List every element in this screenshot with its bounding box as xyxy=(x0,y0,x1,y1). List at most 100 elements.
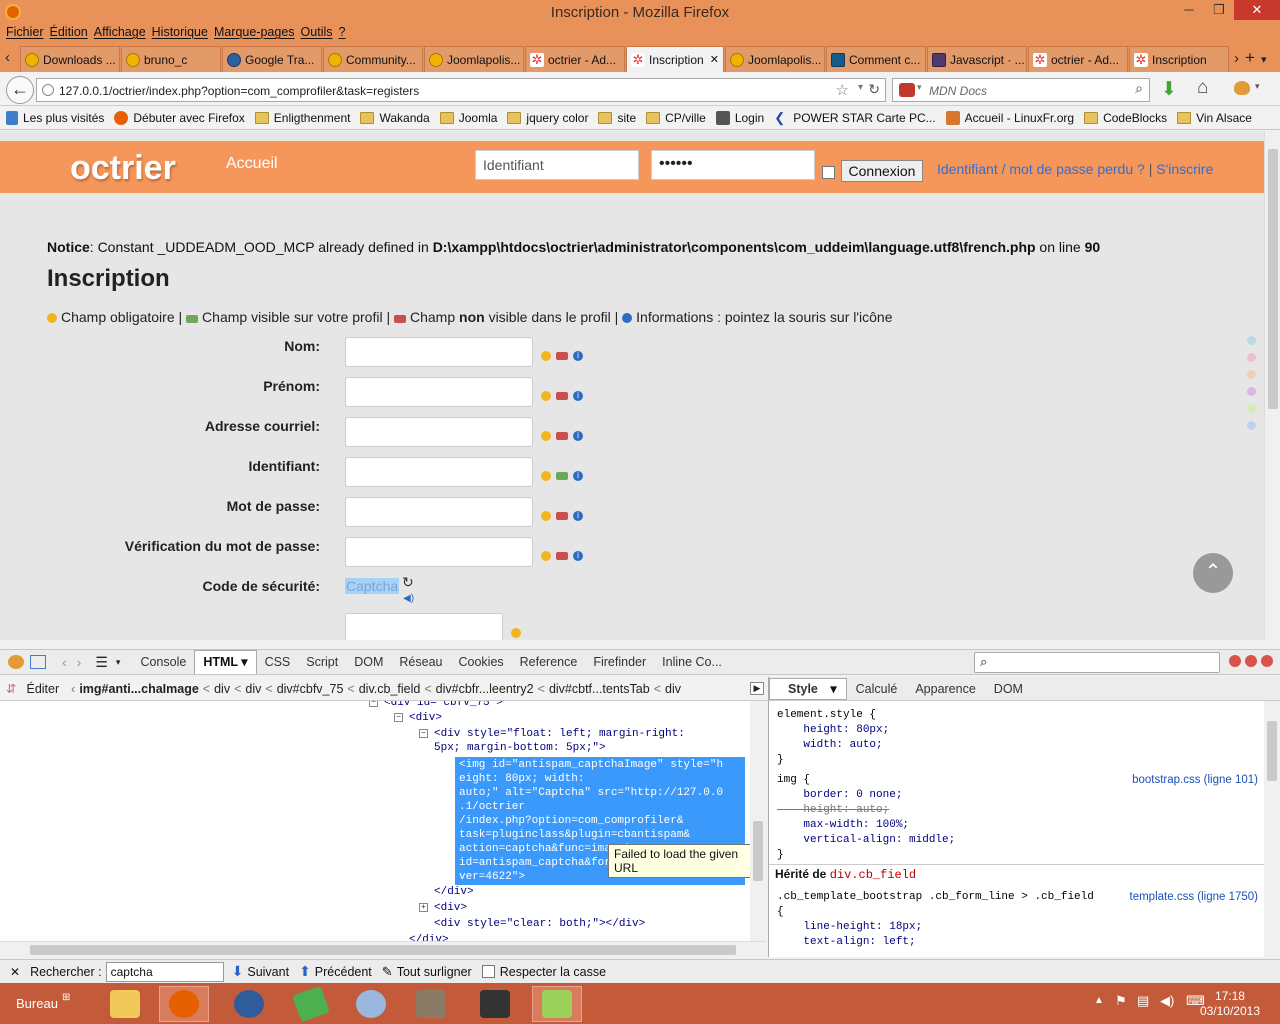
html-line[interactable]: </div> xyxy=(409,933,449,941)
scrollbar-thumb[interactable] xyxy=(1267,721,1277,781)
prenom-input[interactable] xyxy=(345,377,533,407)
bookmark-most-visited[interactable]: Les plus visités xyxy=(6,110,104,125)
nav-accueil-link[interactable]: Accueil xyxy=(226,155,278,173)
css-pane-scrollbar[interactable] xyxy=(1264,701,1280,957)
css-property[interactable]: border: 0 none; xyxy=(777,788,902,803)
highlight-all-button[interactable]: Tout surligner xyxy=(397,965,472,979)
thunderbird-app[interactable] xyxy=(224,986,274,1022)
back-icon[interactable]: ‹ xyxy=(62,654,67,670)
find-next-icon[interactable]: ⬇ xyxy=(232,963,244,980)
tab-comment[interactable]: Comment c... xyxy=(826,46,926,72)
minimize-button[interactable]: ─ xyxy=(1174,0,1204,20)
bookmark-jquery-color[interactable]: jquery color xyxy=(507,111,588,125)
collapse-toggle-icon[interactable]: − xyxy=(369,701,378,707)
menu-historique[interactable]: Historique xyxy=(152,24,214,44)
refresh-captcha-icon[interactable]: ↻ xyxy=(402,574,414,591)
css-rule-selector[interactable]: .cb_template_bootstrap .cb_form_line > .… xyxy=(777,890,1094,905)
crumbs-scroll-right-icon[interactable]: ▶ xyxy=(750,682,764,695)
scroll-tabs-left-icon[interactable]: ‹ xyxy=(5,49,10,66)
site-logo[interactable]: octrier xyxy=(70,149,176,188)
lost-password-link[interactable]: Identifiant / mot de passe perdu ? xyxy=(937,161,1145,177)
tab-reference[interactable]: Reference xyxy=(512,655,586,669)
side-tab-apparence[interactable]: Apparence xyxy=(906,682,984,696)
remember-me-checkbox[interactable] xyxy=(822,166,835,179)
nom-input[interactable] xyxy=(345,337,533,367)
info-icon[interactable]: i xyxy=(573,511,583,521)
close-tab-icon[interactable]: ✕ xyxy=(710,53,719,66)
firebug-detach-icon[interactable] xyxy=(1245,655,1257,667)
info-icon[interactable]: i xyxy=(573,391,583,401)
bookmark-enlightenment[interactable]: Enligthenment xyxy=(254,111,350,125)
new-tab-icon[interactable]: + xyxy=(1245,48,1255,68)
bookmark-cp-ville[interactable]: CP/ville xyxy=(646,111,706,125)
edit-mode-icon[interactable]: ⇵ xyxy=(6,681,16,696)
css-property[interactable]: vertical-align: middle; xyxy=(777,833,955,848)
tab-dom[interactable]: DOM xyxy=(346,655,391,669)
crumb-item[interactable]: div.cb_field xyxy=(359,682,421,696)
clock[interactable]: 17:18 03/10/2013 xyxy=(1200,989,1260,1019)
css-property[interactable]: max-width: 100%; xyxy=(777,818,909,833)
find-input[interactable]: captcha xyxy=(105,961,224,982)
css-source-link[interactable]: bootstrap.css (ligne 101) xyxy=(1132,774,1258,786)
menu-help[interactable]: ? xyxy=(339,24,352,44)
tab-inline-code[interactable]: Inline Co... xyxy=(654,655,730,669)
tab-joomlapolis-2[interactable]: Joomlapolis... xyxy=(725,46,825,72)
login-button[interactable]: Connexion xyxy=(841,160,923,182)
html-line[interactable]: <div style="clear: both;"></div> xyxy=(434,917,645,931)
firebug-menu-icon[interactable] xyxy=(8,655,24,669)
email-input[interactable] xyxy=(345,417,533,447)
tab-community[interactable]: Community... xyxy=(323,46,423,72)
gimp-app[interactable] xyxy=(406,986,456,1022)
tray-flag-icon[interactable]: ⚑ xyxy=(1115,993,1127,1009)
tab-html[interactable]: HTML ▾ xyxy=(194,650,257,674)
crumb-item[interactable]: div#cbfr...leentry2 xyxy=(436,682,534,696)
inherited-selector-link[interactable]: div.cb_field xyxy=(830,868,916,882)
info-icon[interactable]: i xyxy=(573,551,583,561)
explorer-app[interactable] xyxy=(100,986,150,1022)
register-link[interactable]: S'inscrire xyxy=(1156,161,1213,177)
bookmark-site[interactable]: site xyxy=(598,111,636,125)
search-engine-dropdown-icon[interactable]: ▾ xyxy=(917,82,922,93)
bookmark-firefox[interactable]: Débuter avec Firefox xyxy=(114,110,245,125)
css-source-link[interactable]: template.css (ligne 1750) xyxy=(1130,891,1258,903)
side-tab-style[interactable]: Style ▾ xyxy=(769,677,847,700)
video-app[interactable] xyxy=(470,986,520,1022)
bookmark-wakanda[interactable]: Wakanda xyxy=(360,111,430,125)
bookmark-star-icon[interactable]: ☆ xyxy=(836,81,849,99)
tray-up-icon[interactable]: ▲ xyxy=(1094,995,1104,1006)
crumb-item[interactable]: div xyxy=(665,682,681,696)
captcha-input[interactable] xyxy=(345,613,503,640)
tab-bruno[interactable]: bruno_c xyxy=(121,46,221,72)
collapse-toggle-icon[interactable]: − xyxy=(419,729,428,738)
crumb-item[interactable]: div xyxy=(214,682,230,696)
bookmark-power-star[interactable]: ❮ POWER STAR Carte PC... xyxy=(774,111,935,125)
forward-icon[interactable]: › xyxy=(77,654,82,670)
crumb-item[interactable]: div#cbfv_75 xyxy=(277,682,344,696)
search-bar[interactable]: ▾ MDN Docs ⌕ xyxy=(892,78,1150,102)
login-password-input[interactable]: •••••• xyxy=(651,150,815,180)
css-rule-selector[interactable]: img { xyxy=(777,773,810,788)
tab-inscription-active[interactable]: ✲ Inscription ✕ xyxy=(626,46,724,72)
firebug-dropdown-icon[interactable]: ▾ xyxy=(1255,81,1260,92)
tab-google-translate[interactable]: Google Tra... xyxy=(222,46,322,72)
crumb-item[interactable]: div xyxy=(245,682,261,696)
scrollbar-thumb[interactable] xyxy=(753,821,763,881)
scrollbar-thumb[interactable] xyxy=(30,945,736,955)
side-tab-calcule[interactable]: Calculé xyxy=(847,682,907,696)
tab-cookies[interactable]: Cookies xyxy=(450,655,511,669)
tab-console[interactable]: Console xyxy=(132,655,194,669)
tab-javascript[interactable]: Javascript · ... xyxy=(927,46,1027,72)
css-property[interactable]: height: 80px; xyxy=(777,723,889,738)
tab-inscription-2[interactable]: ✲ Inscription xyxy=(1129,46,1229,72)
scrollbar-thumb[interactable] xyxy=(1268,149,1278,409)
inspect-icon[interactable] xyxy=(30,655,46,669)
menu-edition[interactable]: Édition xyxy=(50,24,94,44)
bookmark-codeblocks[interactable]: CodeBlocks xyxy=(1084,111,1167,125)
css-rule-selector[interactable]: element.style { xyxy=(777,708,876,723)
info-icon[interactable]: i xyxy=(573,471,583,481)
info-icon[interactable]: i xyxy=(573,351,583,361)
firefox-app[interactable] xyxy=(159,986,209,1022)
tab-octrier-admin-2[interactable]: ✲ octrier - Ad... xyxy=(1028,46,1128,72)
css-property[interactable]: width: auto; xyxy=(777,738,882,753)
tab-css[interactable]: CSS xyxy=(257,655,299,669)
